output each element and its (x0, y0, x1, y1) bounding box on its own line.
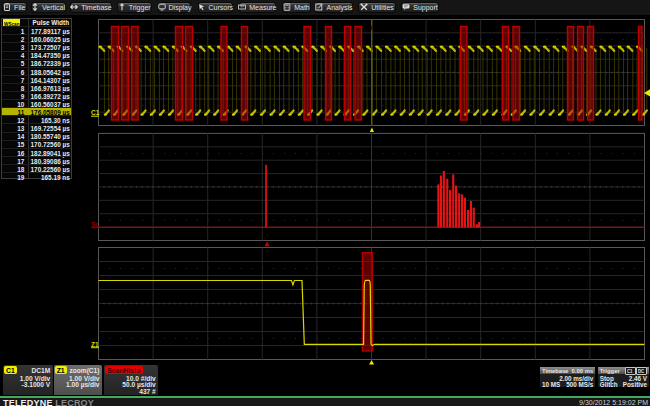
svg-text:Sc: Sc (91, 221, 99, 228)
svg-text:Z1: Z1 (91, 341, 99, 348)
svg-text:C1: C1 (91, 109, 100, 116)
